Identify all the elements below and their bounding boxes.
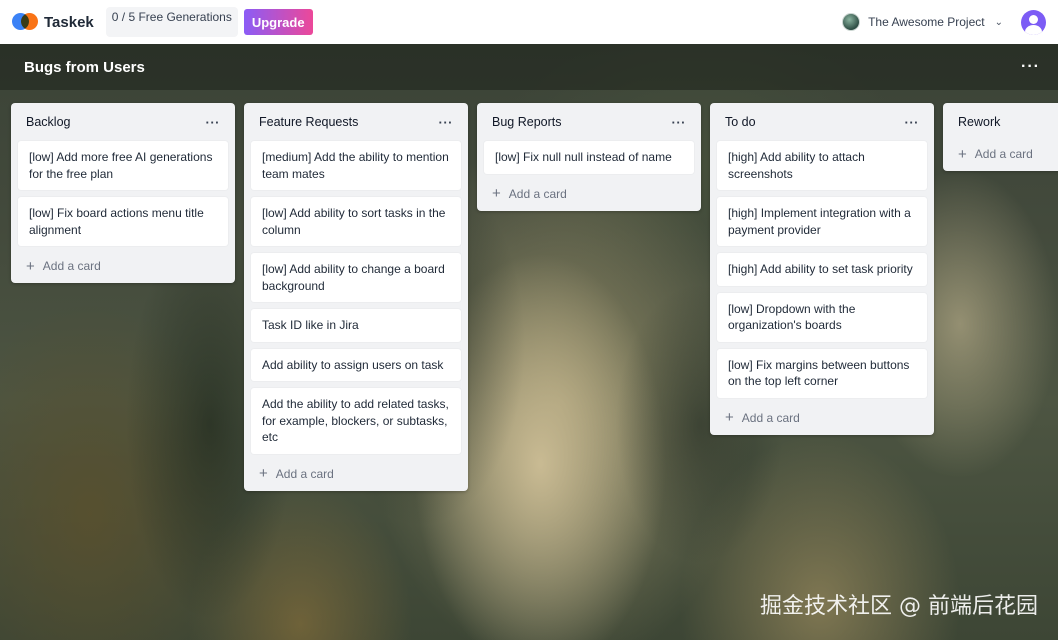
app-name: Taskek (44, 13, 94, 31)
column-header: Bug Reports ··· (484, 103, 694, 141)
add-card-button[interactable]: + Add a card (251, 461, 461, 483)
add-card-button[interactable]: + Add a card (950, 141, 1058, 163)
column-feature-requests: Feature Requests ··· [medium] Add the ab… (244, 103, 468, 491)
top-app-bar: Taskek 0 / 5 Free Generations Upgrade Th… (0, 0, 1058, 44)
task-card[interactable]: Task ID like in Jira (251, 309, 461, 342)
watermark-text: 掘金技术社区 @ 前端后花园 (760, 594, 1038, 619)
generations-counter: 0 / 5 Free Generations (105, 7, 238, 37)
column-menu-icon[interactable]: ··· (206, 115, 221, 130)
add-card-label: Add a card (508, 186, 567, 201)
task-card[interactable]: [low] Add more free AI generations for t… (18, 141, 228, 190)
plus-icon: + (259, 465, 268, 482)
task-card[interactable]: [high] Add ability to attach screenshots (717, 141, 927, 190)
column-title: Backlog (26, 115, 71, 129)
task-card[interactable]: [low] Add ability to change a board back… (251, 253, 461, 302)
board-menu-icon[interactable]: ··· (1021, 58, 1040, 76)
task-card[interactable]: [low] Fix null null instead of name (484, 141, 694, 174)
chevron-down-icon: ⌄ (994, 16, 1003, 28)
column-title: To do (725, 115, 756, 129)
task-card[interactable]: [low] Fix margins between buttons on the… (717, 348, 927, 398)
column-header: Rework (950, 103, 1058, 141)
column-menu-icon[interactable]: ··· (905, 115, 920, 130)
upgrade-button[interactable]: Upgrade (243, 9, 313, 35)
plus-icon: + (725, 409, 734, 426)
task-card[interactable]: [high] Add ability to set task priority (717, 253, 927, 286)
add-card-label: Add a card (974, 147, 1033, 161)
column-menu-icon[interactable]: ··· (672, 115, 687, 130)
column-to-do: To do ··· [high] Add ability to attach s… (710, 103, 934, 435)
project-switcher[interactable]: The Awesome Project ⌄ (842, 13, 1003, 31)
add-card-label: Add a card (275, 466, 334, 481)
app-logo[interactable]: Taskek (12, 13, 94, 31)
column-title: Bug Reports (492, 115, 562, 129)
column-header: Backlog ··· (18, 103, 228, 141)
plus-icon: + (492, 185, 501, 202)
column-bug-reports: Bug Reports ··· [low] Fix null null inst… (477, 103, 701, 211)
plus-icon: + (958, 145, 967, 163)
add-card-button[interactable]: + Add a card (484, 181, 694, 203)
task-card[interactable]: [medium] Add the ability to mention team… (251, 141, 461, 190)
board-title: Bugs from Users (24, 58, 145, 76)
task-card[interactable]: [high] Implement integration with a paym… (717, 197, 927, 246)
task-card[interactable]: [low] Fix board actions menu title align… (18, 197, 228, 246)
add-card-label: Add a card (42, 259, 101, 273)
task-card[interactable]: Add ability to assign users on task (251, 348, 461, 381)
column-header: To do ··· (717, 103, 927, 141)
column-menu-icon[interactable]: ··· (439, 115, 454, 130)
task-card[interactable]: [low] Dropdown with the organization's b… (717, 292, 927, 342)
project-avatar (842, 13, 861, 31)
column-title: Rework (958, 115, 1001, 129)
board-header: Bugs from Users ··· (0, 44, 1058, 90)
add-card-button[interactable]: + Add a card (18, 253, 228, 275)
board-columns: Backlog ··· [low] Add more free AI gener… (11, 103, 1058, 623)
column-header: Feature Requests ··· (251, 103, 461, 141)
user-avatar[interactable] (1021, 9, 1046, 35)
add-card-button[interactable]: + Add a card (717, 405, 927, 427)
add-card-label: Add a card (741, 410, 800, 425)
project-name: The Awesome Project (868, 15, 985, 29)
logo-icon (12, 13, 38, 31)
task-card[interactable]: Add the ability to add related tasks, fo… (251, 388, 461, 454)
column-title: Feature Requests (259, 115, 359, 129)
task-card[interactable]: [low] Add ability to sort tasks in the c… (251, 197, 461, 246)
column-backlog: Backlog ··· [low] Add more free AI gener… (11, 103, 235, 283)
plus-icon: + (26, 257, 35, 275)
column-rework: Rework + Add a card (943, 103, 1058, 171)
